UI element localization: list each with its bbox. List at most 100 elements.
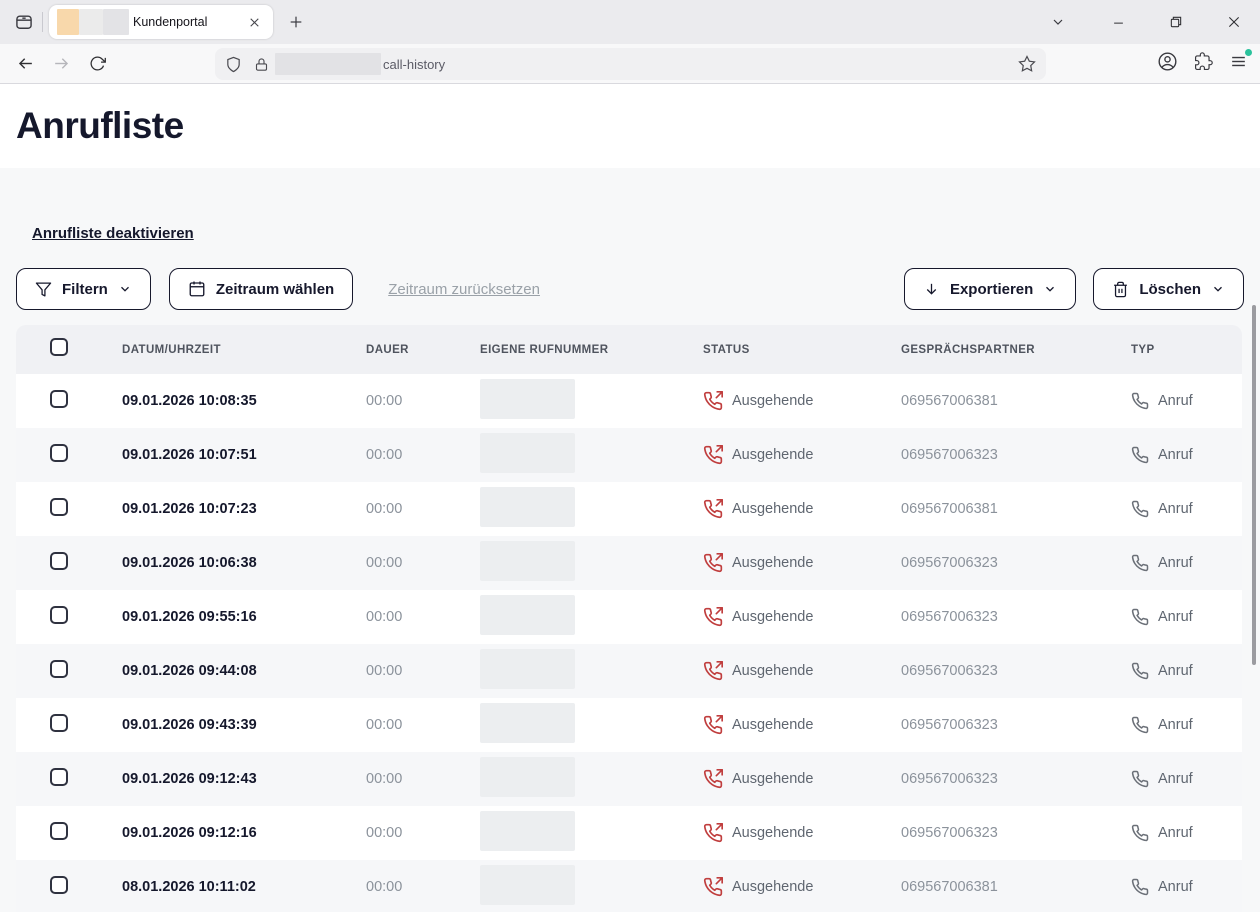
phone-icon xyxy=(1131,662,1149,680)
row-call-type: Anruf xyxy=(1158,771,1193,787)
row-checkbox[interactable] xyxy=(50,498,68,516)
row-duration: 00:00 xyxy=(366,609,480,625)
column-header-own-number: EIGENE RUFNUMMER xyxy=(480,344,703,356)
outgoing-call-icon xyxy=(703,553,723,573)
close-icon xyxy=(1226,14,1242,30)
page-title: Anrufliste xyxy=(16,105,184,147)
row-checkbox[interactable] xyxy=(50,444,68,462)
row-datetime: 09.01.2026 10:06:38 xyxy=(122,555,366,571)
redacted-own-number xyxy=(480,811,575,851)
minimize-button[interactable] xyxy=(1102,6,1134,38)
filter-button-label: Filtern xyxy=(62,281,108,298)
row-call-type: Anruf xyxy=(1158,663,1193,679)
forward-arrow-icon xyxy=(52,54,71,73)
row-checkbox[interactable] xyxy=(50,552,68,570)
scrollbar-thumb[interactable] xyxy=(1252,305,1256,665)
reload-button[interactable] xyxy=(82,49,112,79)
chevron-down-icon xyxy=(118,282,132,296)
row-call-type: Anruf xyxy=(1158,609,1193,625)
phone-icon xyxy=(1131,824,1149,842)
row-datetime: 09.01.2026 10:08:35 xyxy=(122,393,366,409)
toolbar: Filtern Zeitraum wählen Zeitraum zurücks… xyxy=(16,268,1244,310)
deactivate-call-list-link[interactable]: Anrufliste deaktivieren xyxy=(32,225,194,242)
puzzle-icon xyxy=(1194,52,1213,71)
row-partner-number: 069567006381 xyxy=(901,879,1131,895)
plus-icon xyxy=(288,14,304,30)
delete-button[interactable]: Löschen xyxy=(1093,268,1244,310)
row-call-type: Anruf xyxy=(1158,447,1193,463)
row-duration: 00:00 xyxy=(366,663,480,679)
tab-title: Kundenportal xyxy=(133,15,243,29)
outgoing-call-icon xyxy=(703,715,723,735)
account-button[interactable] xyxy=(1157,51,1178,77)
table-row: 09.01.2026 09:44:08 00:00 Ausgehende 069… xyxy=(16,644,1242,698)
row-datetime: 09.01.2026 10:07:51 xyxy=(122,447,366,463)
redacted-own-number xyxy=(480,541,575,581)
filter-button[interactable]: Filtern xyxy=(16,268,151,310)
column-header-duration: DAUER xyxy=(366,344,480,356)
table-row: 08.01.2026 10:11:02 00:00 Ausgehende 069… xyxy=(16,860,1242,912)
select-all-checkbox[interactable] xyxy=(50,338,68,356)
row-checkbox[interactable] xyxy=(50,876,68,894)
restore-button[interactable] xyxy=(1160,6,1192,38)
tab-close-button[interactable] xyxy=(243,11,265,33)
menu-button[interactable] xyxy=(1229,52,1248,76)
forward-button[interactable] xyxy=(46,49,76,79)
row-partner-number: 069567006323 xyxy=(901,447,1131,463)
phone-icon xyxy=(1131,878,1149,896)
lock-icon[interactable] xyxy=(254,57,269,72)
row-checkbox[interactable] xyxy=(50,606,68,624)
trash-icon xyxy=(1112,281,1129,298)
row-duration: 00:00 xyxy=(366,555,480,571)
shield-icon[interactable] xyxy=(225,56,242,73)
redacted-own-number xyxy=(480,703,575,743)
phone-icon xyxy=(1131,716,1149,734)
table-row: 09.01.2026 10:08:35 00:00 Ausgehende 069… xyxy=(16,374,1242,428)
row-status: Ausgehende xyxy=(732,825,813,841)
column-header-status: STATUS xyxy=(703,344,901,356)
list-all-tabs-button[interactable] xyxy=(1042,6,1074,38)
row-call-type: Anruf xyxy=(1158,879,1193,895)
row-checkbox[interactable] xyxy=(50,390,68,408)
chevron-down-icon xyxy=(1050,14,1066,30)
redacted-favicon xyxy=(57,9,79,35)
tab-strip: Kundenportal xyxy=(0,0,1260,44)
redacted-own-number xyxy=(480,757,575,797)
bookmark-star-icon[interactable] xyxy=(1018,55,1036,73)
row-duration: 00:00 xyxy=(366,393,480,409)
close-icon xyxy=(248,16,261,29)
url-bar[interactable]: call-history xyxy=(215,48,1046,80)
row-checkbox[interactable] xyxy=(50,822,68,840)
row-partner-number: 069567006323 xyxy=(901,717,1131,733)
choose-date-range-button[interactable]: Zeitraum wählen xyxy=(169,268,353,310)
page-header: Anrufliste xyxy=(0,84,1260,168)
call-history-table: DATUM/UHRZEIT DAUER EIGENE RUFNUMMER STA… xyxy=(16,325,1242,912)
row-duration: 00:00 xyxy=(366,825,480,841)
chevron-down-icon xyxy=(1211,282,1225,296)
back-button[interactable] xyxy=(10,49,40,79)
table-row: 09.01.2026 10:06:38 00:00 Ausgehende 069… xyxy=(16,536,1242,590)
export-button[interactable]: Exportieren xyxy=(904,268,1076,310)
firefox-view-button[interactable] xyxy=(8,6,40,38)
outgoing-call-icon xyxy=(703,445,723,465)
reset-date-range-link[interactable]: Zeitraum zurücksetzen xyxy=(388,281,540,298)
table-header-row: DATUM/UHRZEIT DAUER EIGENE RUFNUMMER STA… xyxy=(16,325,1242,374)
row-duration: 00:00 xyxy=(366,879,480,895)
close-window-button[interactable] xyxy=(1218,6,1250,38)
row-call-type: Anruf xyxy=(1158,555,1193,571)
row-status: Ausgehende xyxy=(732,555,813,571)
row-checkbox[interactable] xyxy=(50,714,68,732)
row-partner-number: 069567006381 xyxy=(901,393,1131,409)
new-tab-button[interactable] xyxy=(281,7,311,37)
row-checkbox[interactable] xyxy=(50,660,68,678)
row-status: Ausgehende xyxy=(732,879,813,895)
row-partner-number: 069567006323 xyxy=(901,555,1131,571)
redacted-own-number xyxy=(480,649,575,689)
extensions-button[interactable] xyxy=(1194,52,1213,76)
redacted-own-number xyxy=(480,595,575,635)
row-call-type: Anruf xyxy=(1158,825,1193,841)
row-checkbox[interactable] xyxy=(50,768,68,786)
outgoing-call-icon xyxy=(703,391,723,411)
active-tab[interactable]: Kundenportal xyxy=(49,5,273,39)
row-duration: 00:00 xyxy=(366,717,480,733)
